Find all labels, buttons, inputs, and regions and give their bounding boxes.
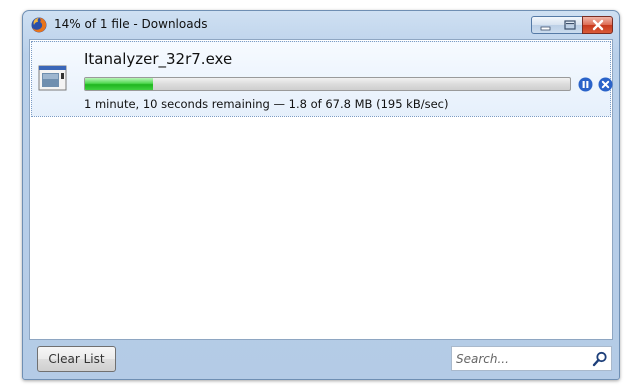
downloads-window: 14% of 1 file - Downloads Itanalyzer_32r… <box>22 10 620 380</box>
close-icon <box>592 19 604 31</box>
maximize-icon <box>564 20 576 30</box>
bottom-toolbar: Clear List <box>23 340 619 379</box>
search-box[interactable] <box>451 346 612 371</box>
download-status: 1 minute, 10 seconds remaining — 1.8 of … <box>84 97 449 111</box>
window-title: 14% of 1 file - Downloads <box>54 17 208 31</box>
minimize-button[interactable] <box>531 16 558 34</box>
cancel-button[interactable] <box>598 77 613 92</box>
pause-button[interactable] <box>578 77 593 92</box>
title-bar[interactable]: 14% of 1 file - Downloads <box>23 11 619 39</box>
firefox-icon <box>31 17 47 33</box>
download-progress-fill <box>85 78 153 90</box>
pause-icon <box>578 77 593 92</box>
minimize-icon <box>540 26 551 31</box>
download-item[interactable]: Itanalyzer_32r7.exe 1 minute, 10 seconds… <box>31 41 613 117</box>
file-name: Itanalyzer_32r7.exe <box>84 50 233 68</box>
magnifier-icon[interactable] <box>592 351 608 367</box>
close-button[interactable] <box>582 16 613 34</box>
clear-list-button[interactable]: Clear List <box>37 346 116 372</box>
download-progress-bar <box>84 77 571 91</box>
executable-file-icon <box>38 63 68 93</box>
search-input[interactable] <box>456 350 586 367</box>
cancel-icon <box>598 77 613 92</box>
maximize-button[interactable] <box>557 16 583 34</box>
downloads-list[interactable]: Itanalyzer_32r7.exe 1 minute, 10 seconds… <box>29 39 613 340</box>
